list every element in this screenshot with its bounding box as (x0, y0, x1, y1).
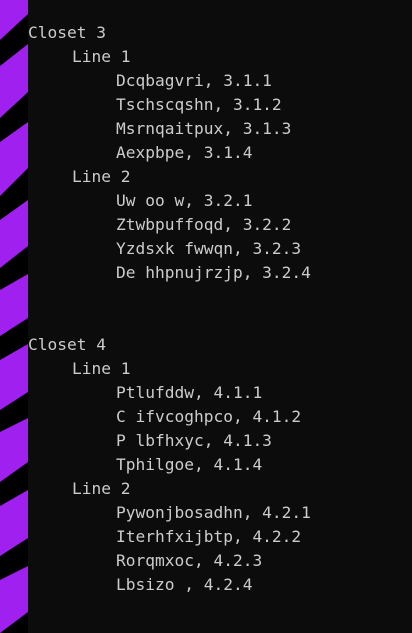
item-entry: Dcqbagvri, 3.1.1 (116, 71, 272, 90)
item-entry: De hhpnujrzjp, 3.2.4 (116, 263, 311, 282)
item-entry: Lbsizo , 4.2.4 (116, 575, 253, 594)
item-entry: Ztwbpuffoqd, 3.2.2 (116, 215, 292, 234)
desktop-wallpaper-strip (0, 0, 28, 633)
line-heading: Line 2 (72, 167, 131, 186)
closet-heading: Closet 3 (28, 23, 106, 42)
item-entry: P lbfhxyc, 4.1.3 (116, 431, 272, 450)
line-heading: Line 2 (72, 479, 131, 498)
item-entry: C ifvcoghpco, 4.1.2 (116, 407, 302, 426)
item-entry: Msrnqaitpux, 3.1.3 (116, 119, 292, 138)
item-entry: Ptlufddw, 4.1.1 (116, 383, 263, 402)
item-entry: Tphilgoe, 4.1.4 (116, 455, 263, 474)
item-entry: Pywonjbosadhn, 4.2.1 (116, 503, 311, 522)
item-entry: Aexpbpe, 3.1.4 (116, 143, 253, 162)
item-entry: Uw oo w, 3.2.1 (116, 191, 253, 210)
terminal-window: Closet 3 Line 1 Dcqbagvri, 3.1.1 Tschscq… (0, 0, 412, 633)
closet-heading: Closet 4 (28, 335, 106, 354)
line-heading: Line 1 (72, 359, 131, 378)
item-entry: Rorqmxoc, 4.2.3 (116, 551, 263, 570)
item-entry: Tschscqshn, 3.1.2 (116, 95, 282, 114)
line-heading: Line 1 (72, 47, 131, 66)
item-entry: Yzdsxk fwwqn, 3.2.3 (116, 239, 302, 258)
item-entry: Iterhfxijbtp, 4.2.2 (116, 527, 302, 546)
terminal-output[interactable]: Closet 3 Line 1 Dcqbagvri, 3.1.1 Tschscq… (28, 0, 412, 633)
